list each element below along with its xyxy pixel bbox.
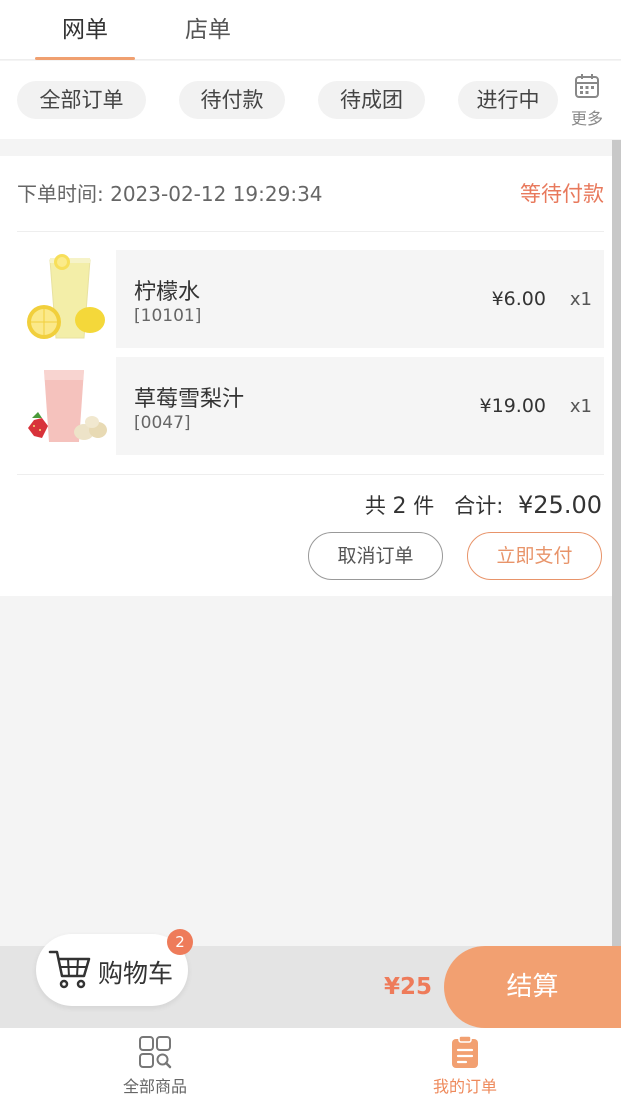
filter-all-orders[interactable]: 全部订单 (17, 81, 146, 119)
item-code: [10101] (134, 306, 202, 326)
filter-pending-payment[interactable]: 待付款 (179, 81, 285, 119)
tab-online-orders-label: 网单 (62, 17, 108, 43)
summary-count: 2 (392, 494, 407, 519)
nav-my-orders-label: 我的订单 (432, 1077, 497, 1096)
tab-active-underline (35, 57, 135, 60)
divider (17, 474, 604, 475)
bottom-nav: 全部商品 我的订单 (0, 1028, 621, 1104)
order-filter-bar: 全部订单 待付款 待成团 进行中 更多 (0, 61, 621, 139)
tab-store-orders[interactable]: 店单 (158, 0, 258, 60)
order-card: 下单时间: 2023-02-12 19:29:34 等待付款 柠檬水 [1010… (0, 156, 612, 596)
cart-bar: 购物车 2 ¥25 结算 (0, 929, 621, 1028)
cancel-order-button[interactable]: 取消订单 (308, 532, 443, 580)
more-filters-button[interactable]: 更多 (566, 73, 608, 128)
nav-my-orders[interactable]: 我的订单 (405, 1034, 525, 1097)
cart-count-badge: 2 (167, 929, 193, 955)
grid-search-icon (139, 1036, 172, 1069)
item-quantity: x1 (569, 289, 592, 310)
tab-online-orders[interactable]: 网单 (35, 0, 135, 60)
order-time-value: 2023-02-12 19:29:34 (110, 182, 323, 206)
item-code: [0047] (134, 413, 191, 433)
clipboard-icon (452, 1035, 478, 1068)
more-filters-label: 更多 (570, 109, 603, 128)
checkout-button[interactable]: 结算 (444, 946, 621, 1028)
cart-button[interactable]: 购物车 (36, 934, 188, 1006)
top-tab-bar: 网单 店单 (0, 0, 621, 60)
item-name: 柠檬水 (134, 280, 201, 305)
cart-icon (48, 950, 91, 989)
filter-in-progress[interactable]: 进行中 (458, 81, 558, 119)
strawberry-pear-juice-image (28, 370, 107, 442)
lemonade-image (27, 254, 105, 339)
cart-total: ¥25 (384, 974, 433, 1000)
item-price: ¥19.00 (479, 395, 546, 417)
summary-count-suffix: 件 (413, 494, 435, 518)
cart-label: 购物车 (98, 959, 174, 988)
order-status-badge: 等待付款 (520, 182, 604, 206)
summary-count-prefix: 共 (364, 494, 386, 518)
pay-now-button[interactable]: 立即支付 (467, 532, 602, 580)
scrollbar[interactable] (612, 140, 621, 946)
order-summary: 共 2 件 合计: ¥25.00 (365, 490, 602, 520)
divider (17, 231, 604, 232)
tab-store-orders-label: 店单 (185, 17, 231, 43)
filter-pending-group[interactable]: 待成团 (318, 81, 425, 119)
item-price: ¥6.00 (491, 288, 546, 310)
order-item[interactable]: 草莓雪梨汁 [0047] ¥19.00 x1 (116, 357, 604, 455)
nav-all-products[interactable]: 全部商品 (95, 1034, 215, 1097)
order-item[interactable]: 柠檬水 [10101] ¥6.00 x1 (116, 250, 604, 348)
item-name: 草莓雪梨汁 (134, 387, 245, 412)
order-time-label: 下单时间: (17, 182, 104, 206)
summary-total-value: ¥25.00 (518, 491, 602, 519)
nav-all-products-label: 全部商品 (122, 1077, 187, 1096)
summary-total-label: 合计: (454, 494, 504, 518)
order-time: 下单时间: 2023-02-12 19:29:34 (17, 178, 323, 207)
calendar-icon (575, 74, 599, 98)
item-quantity: x1 (569, 396, 592, 417)
